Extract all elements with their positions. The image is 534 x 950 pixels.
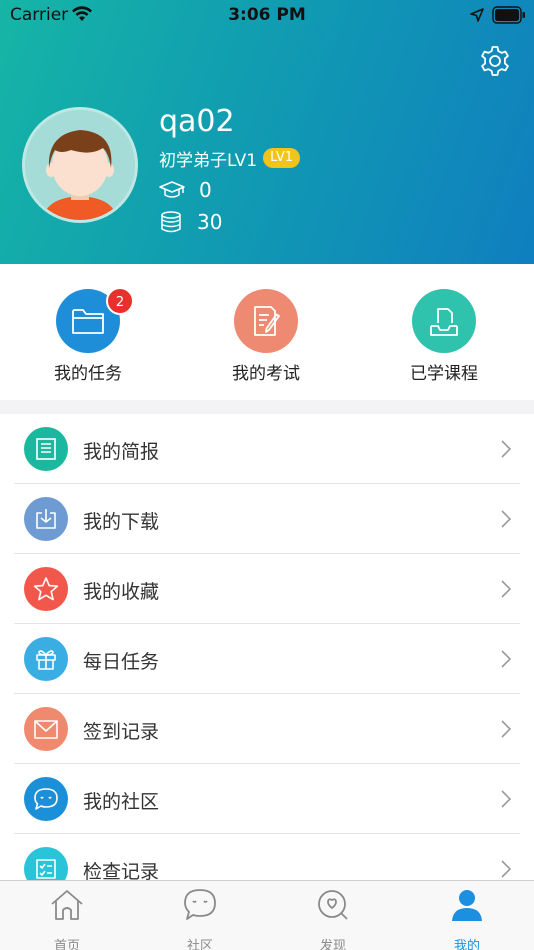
chevron-right-icon bbox=[501, 580, 512, 598]
discover-icon bbox=[318, 890, 348, 920]
tab-discover[interactable]: 发现 bbox=[288, 887, 378, 950]
profile-header: Carrier 3:06 PM qa02 初学弟子LV1 LV1 0 30 bbox=[0, 0, 534, 264]
level-line: 初学弟子LV1 LV1 bbox=[159, 147, 301, 171]
task-count-badge: 2 bbox=[106, 287, 134, 315]
chevron-right-icon bbox=[501, 440, 512, 458]
exam-pencil-icon bbox=[234, 289, 298, 353]
menu-item-favorites[interactable]: 我的收藏 bbox=[0, 554, 534, 624]
coins-count: 30 bbox=[197, 210, 223, 234]
menu-label-daily-tasks: 每日任务 bbox=[83, 651, 160, 673]
learned-courses-label: 已学课程 bbox=[410, 364, 478, 384]
menu-label-checkin: 签到记录 bbox=[83, 721, 160, 743]
tab-mine[interactable]: 我的 bbox=[422, 887, 512, 950]
menu-item-community[interactable]: 我的社区 bbox=[0, 764, 534, 834]
my-tasks-button[interactable]: 2 我的任务 bbox=[28, 287, 148, 384]
chevron-right-icon bbox=[501, 790, 512, 808]
tab-label-mine: 我的 bbox=[453, 939, 480, 950]
app-screen: Carrier 3:06 PM qa02 初学弟子LV1 LV1 0 30 2 … bbox=[0, 0, 534, 950]
community-chat-icon bbox=[184, 889, 216, 920]
star-icon bbox=[24, 567, 68, 611]
menu-list: 我的简报 我的下载 我的收藏 每日任务 签到记录 我的社区 检查记录 bbox=[0, 414, 534, 904]
menu-item-download[interactable]: 我的下载 bbox=[0, 484, 534, 554]
home-icon bbox=[51, 890, 83, 920]
tab-home[interactable]: 首页 bbox=[22, 887, 112, 950]
chevron-right-icon bbox=[501, 510, 512, 528]
folder-icon: 2 bbox=[56, 287, 134, 353]
learned-courses-button[interactable]: 已学课程 bbox=[384, 289, 504, 384]
chevron-right-icon bbox=[501, 650, 512, 668]
inbox-tray-icon bbox=[412, 289, 476, 353]
report-icon bbox=[24, 427, 68, 471]
menu-label-report: 我的简报 bbox=[83, 441, 160, 463]
menu-item-report[interactable]: 我的简报 bbox=[0, 414, 534, 484]
coins-stat: 30 bbox=[159, 210, 222, 234]
settings-gear-icon[interactable] bbox=[478, 44, 512, 78]
my-tasks-label: 我的任务 bbox=[54, 364, 122, 384]
tab-label-home: 首页 bbox=[53, 939, 80, 950]
graduation-cap-icon bbox=[159, 181, 185, 198]
chevron-right-icon bbox=[501, 860, 512, 878]
envelope-check-icon bbox=[24, 707, 68, 751]
user-icon bbox=[452, 890, 482, 921]
tab-label-community: 社区 bbox=[186, 939, 213, 950]
tab-community[interactable]: 社区 bbox=[155, 887, 245, 950]
coin-stack-icon bbox=[161, 211, 181, 233]
clock-label: 3:06 PM bbox=[228, 5, 306, 25]
battery-icon bbox=[492, 6, 526, 28]
courses-count: 0 bbox=[199, 178, 212, 202]
my-exams-label: 我的考试 bbox=[232, 364, 300, 384]
my-exams-button[interactable]: 我的考试 bbox=[206, 289, 326, 384]
download-icon bbox=[24, 497, 68, 541]
menu-label-community: 我的社区 bbox=[83, 791, 160, 813]
quick-actions: 2 我的任务 我的考试 已学课程 bbox=[0, 264, 534, 400]
level-badge: LV1 bbox=[263, 148, 301, 168]
chat-bubble-icon bbox=[24, 777, 68, 821]
status-bar: Carrier 3:06 PM bbox=[0, 0, 534, 30]
tab-bar: 首页 社区 发现 我的 bbox=[0, 880, 534, 950]
menu-label-download: 我的下载 bbox=[83, 511, 160, 533]
gift-icon bbox=[24, 637, 68, 681]
location-arrow-icon bbox=[470, 7, 484, 26]
avatar[interactable] bbox=[22, 107, 138, 223]
level-text: 初学弟子LV1 bbox=[159, 150, 258, 171]
tab-label-discover: 发现 bbox=[319, 939, 346, 950]
menu-item-checkin[interactable]: 签到记录 bbox=[0, 694, 534, 764]
menu-label-favorites: 我的收藏 bbox=[83, 581, 160, 603]
courses-stat: 0 bbox=[159, 178, 212, 202]
chevron-right-icon bbox=[501, 720, 512, 738]
username: qa02 bbox=[159, 104, 235, 139]
menu-item-daily-tasks[interactable]: 每日任务 bbox=[0, 624, 534, 694]
